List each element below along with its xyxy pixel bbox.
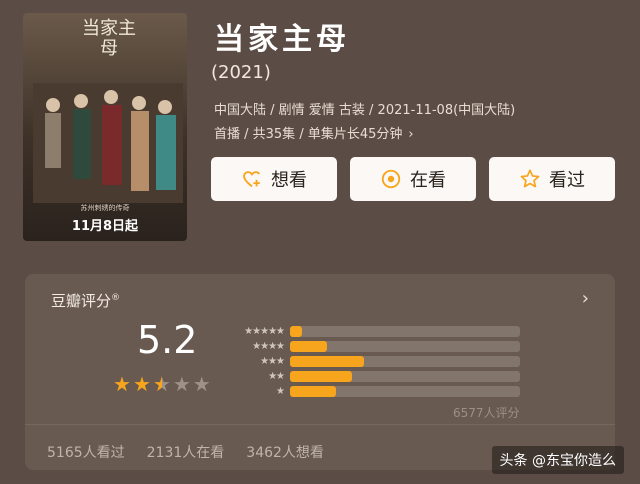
distribution-bar (290, 326, 302, 337)
chevron-right-icon: › (408, 127, 414, 142)
distribution-stars-label: ★★★★ (252, 341, 285, 352)
rating-count: 6577人评分 (453, 406, 520, 420)
watermark: 头条 @东宝你造么 (491, 446, 624, 474)
poster-image[interactable]: 当家主母 苏州刺绣的传奇 11月8日起 (23, 13, 187, 241)
distribution-bar (290, 341, 327, 352)
distribution-row: ★★ (230, 369, 520, 384)
distribution-stars-label: ★★★ (260, 356, 285, 367)
star-full-icon: ★ (132, 372, 151, 396)
stat-watching[interactable]: 2131人在看 (147, 442, 225, 462)
target-icon (381, 169, 401, 189)
distribution-track (290, 386, 520, 397)
rating-title: 豆瓣评分® (51, 290, 120, 311)
distribution-row: ★★★★ (230, 339, 520, 354)
rating-distribution: ★★★★★ ★★★★ ★★★ ★★ ★ (230, 324, 520, 399)
distribution-row: ★★★★★ (230, 324, 520, 339)
rating-score: 5.2 (137, 318, 198, 362)
release-year: (2021) (211, 62, 271, 83)
poster-title: 当家主母 (82, 18, 136, 59)
distribution-stars-label: ★ (276, 386, 285, 397)
meta-line-2-text: 首播 / 共35集 / 单集片长45分钟 (214, 127, 403, 142)
rating-card[interactable]: 豆瓣评分® › 5.2 ★ ★ ★ ★ ★ ★★★★★ ★★★★ ★★★ ★★ ★ 6577人评… (25, 274, 615, 470)
poster-subtitle: 苏州刺绣的传奇 (80, 204, 130, 212)
meta-line-1: 中国大陆 / 剧情 爱情 古装 / 2021-11-08(中国大陆) (214, 103, 516, 118)
audience-stats: 5165人看过 2131人在看 3462人想看 (47, 442, 324, 462)
distribution-track (290, 356, 520, 367)
distribution-row: ★ (230, 384, 520, 399)
watched-button[interactable]: 看过 (489, 157, 615, 201)
chevron-right-icon[interactable]: › (582, 288, 589, 309)
star-empty-icon: ★ (172, 372, 191, 396)
watching-button[interactable]: 在看 (350, 157, 476, 201)
distribution-stars-label: ★★ (268, 371, 285, 382)
distribution-row: ★★★ (230, 354, 520, 369)
stat-watched[interactable]: 5165人看过 (47, 442, 125, 462)
page-title: 当家主母 (214, 22, 350, 57)
star-empty-icon: ★ (192, 372, 211, 396)
watched-label: 看过 (549, 170, 585, 191)
distribution-bar (290, 371, 353, 382)
star-full-icon: ★ (113, 372, 131, 396)
star-half-icon: ★ (152, 372, 171, 396)
star-outline-icon (520, 169, 540, 188)
movie-meta[interactable]: 中国大陆 / 剧情 爱情 古装 / 2021-11-08(中国大陆) 首播 / … (214, 99, 614, 147)
distribution-bar (290, 356, 364, 367)
poster-figures (33, 83, 183, 203)
registered-mark: ® (111, 293, 121, 303)
stat-want[interactable]: 3462人想看 (246, 442, 324, 462)
distribution-track (290, 341, 520, 352)
distribution-track (290, 371, 520, 382)
watching-label: 在看 (410, 170, 446, 191)
heart-plus-icon (243, 171, 261, 188)
poster-date: 11月8日起 (71, 219, 139, 234)
rating-stars: ★ ★ ★ ★ ★ (113, 374, 211, 394)
distribution-stars-label: ★★★★★ (244, 326, 285, 337)
want-label: 想看 (271, 170, 307, 191)
rating-title-text: 豆瓣评分 (51, 292, 112, 310)
distribution-bar (290, 386, 336, 397)
distribution-track (290, 326, 520, 337)
meta-line-2: 首播 / 共35集 / 单集片长45分钟 › (214, 123, 614, 147)
divider (25, 424, 615, 425)
want-to-watch-button[interactable]: 想看 (211, 157, 337, 201)
